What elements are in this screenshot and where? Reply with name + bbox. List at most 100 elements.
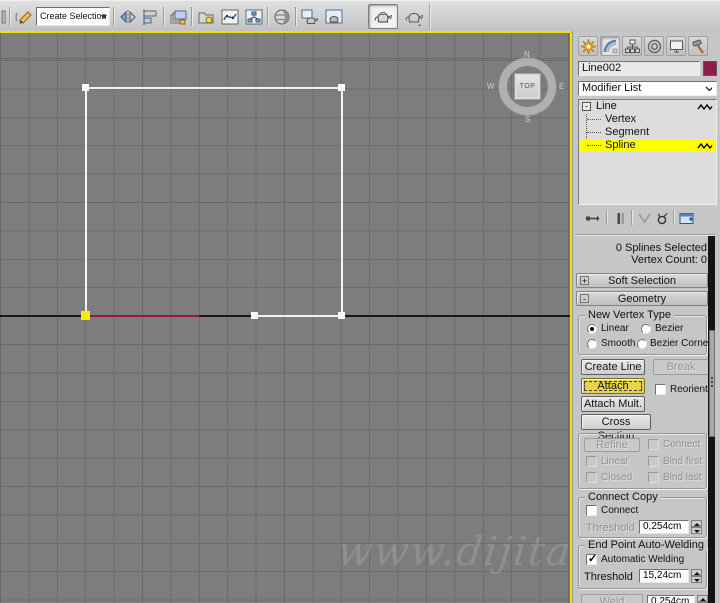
tab-create[interactable] <box>578 36 598 56</box>
layer-manager-button[interactable] <box>167 6 188 27</box>
spline-edge-top <box>85 87 343 89</box>
rollout-expand-icon[interactable]: + <box>580 276 589 286</box>
render-setup-button[interactable] <box>299 6 320 27</box>
viewport-top[interactable]: TOP N S W E www.dijitalde <box>0 31 572 603</box>
linear-checkbox[interactable] <box>586 456 597 467</box>
scrollbar-thumb[interactable] <box>708 330 715 437</box>
spinner-up-icon[interactable] <box>697 595 708 602</box>
selection-info-line2: Vertex Count: 0 <box>631 254 707 266</box>
radio-bezier-corner[interactable] <box>637 339 647 349</box>
vertex-handle[interactable] <box>338 312 345 319</box>
vertex-handle[interactable] <box>82 84 89 91</box>
utilities-hammer-icon <box>691 39 704 54</box>
scene-container-button[interactable] <box>195 6 216 27</box>
pin-stack-button[interactable] <box>583 209 601 227</box>
tab-motion[interactable] <box>644 36 664 56</box>
compass-north-label: N <box>524 50 530 59</box>
automatic-welding-checkbox[interactable]: ✓ <box>586 553 597 565</box>
bind-last-checkbox[interactable] <box>648 472 659 483</box>
object-color-swatch[interactable] <box>703 61 717 76</box>
radio-smooth[interactable] <box>587 339 597 349</box>
tab-utilities[interactable] <box>688 36 708 56</box>
mirror-button[interactable] <box>117 6 138 27</box>
rollout-collapse-icon[interactable]: - <box>580 294 589 304</box>
first-vertex-handle[interactable] <box>81 311 90 320</box>
panel-divider <box>575 234 715 236</box>
compass-west-label: W <box>487 82 495 91</box>
spinner-up-icon[interactable] <box>691 520 702 527</box>
weld-threshold-label: Threshold <box>584 571 633 583</box>
toolbar-end-ridge <box>429 4 431 29</box>
stack-toolbar-separator <box>673 210 674 225</box>
curve-editor-button[interactable] <box>219 6 240 27</box>
render-production-button[interactable] <box>368 4 398 29</box>
rollout-soft-selection[interactable]: + Soft Selection <box>576 273 708 288</box>
weld-button[interactable]: Weld <box>581 594 643 603</box>
pencil-icon <box>14 10 32 24</box>
spinner-up-icon[interactable] <box>691 569 702 576</box>
show-end-result-icon <box>617 212 624 224</box>
create-line-button[interactable]: Create Line <box>581 359 645 375</box>
make-unique-icon <box>637 212 651 224</box>
modifier-stack: - Line Vertex Segment Spline <box>578 99 717 205</box>
vertex-handle[interactable] <box>338 84 345 91</box>
radio-label-smooth: Smooth <box>601 338 636 349</box>
connect-copy-checkbox[interactable] <box>586 505 597 516</box>
stack-row-segment[interactable]: Segment <box>579 126 716 139</box>
viewcube[interactable]: TOP N S W E <box>487 50 564 124</box>
hierarchy-icon <box>624 39 640 53</box>
combo-dropdown-arrow-icon[interactable] <box>101 15 107 19</box>
weld-spinner[interactable] <box>697 595 708 603</box>
stack-row-line[interactable]: - Line <box>579 100 716 113</box>
rollout-geometry[interactable]: - Geometry <box>576 291 708 306</box>
modifier-list-label: Modifier List <box>582 82 642 94</box>
remove-modifier-button[interactable] <box>653 209 671 227</box>
render-iterative-button[interactable] <box>402 6 426 27</box>
viewcube-top-face[interactable]: TOP <box>514 73 541 100</box>
dropdown-chevron-icon <box>705 86 712 91</box>
object-name-field[interactable]: Line002 <box>578 61 700 76</box>
spinner-down-icon[interactable] <box>691 576 702 583</box>
align-button[interactable] <box>139 6 160 27</box>
curve-graph-icon <box>221 9 238 24</box>
schematic-view-button[interactable] <box>243 6 264 27</box>
connect-copy-threshold-field[interactable]: 0,254cm <box>639 520 689 534</box>
stack-row-vertex[interactable]: Vertex <box>579 113 716 126</box>
connect-copy-threshold-spinner[interactable] <box>691 520 702 534</box>
teapot-icon <box>374 11 392 22</box>
refine-button[interactable]: Refine <box>584 438 640 452</box>
closed-checkbox[interactable] <box>586 472 597 483</box>
tab-hierarchy[interactable] <box>622 36 642 56</box>
selection-info-line1: 0 Splines Selected <box>615 242 707 254</box>
configure-modifier-sets-button[interactable] <box>678 209 696 227</box>
vertex-handle[interactable] <box>251 312 258 319</box>
folder-lightbulb-icon <box>198 12 213 23</box>
bind-first-checkbox[interactable] <box>648 456 659 467</box>
tab-display[interactable] <box>666 36 686 56</box>
stack-row-spline-selected[interactable]: Spline <box>579 139 716 152</box>
weld-value-field[interactable]: 0,254cm <box>647 595 695 603</box>
radio-linear[interactable] <box>587 324 597 334</box>
rendered-frame-window-button[interactable] <box>323 6 344 27</box>
connect-label: Connect <box>663 439 701 450</box>
spinner-down-icon[interactable] <box>691 527 702 534</box>
attach-mult-button[interactable]: Attach Mult. <box>581 396 645 412</box>
panel-scrollbar[interactable] <box>708 236 715 603</box>
group-title: Connect Copy <box>585 491 661 503</box>
edit-named-selection-sets-button[interactable] <box>13 6 34 27</box>
weld-threshold-field[interactable]: 15,24cm <box>639 569 689 583</box>
make-unique-button[interactable] <box>635 209 653 227</box>
cross-section-button[interactable]: Cross Section <box>581 414 651 442</box>
tab-modify[interactable] <box>600 36 620 56</box>
break-button[interactable]: Break <box>653 359 709 375</box>
attach-button[interactable]: Attach <box>581 378 645 394</box>
radio-bezier[interactable] <box>641 324 651 334</box>
show-end-result-button[interactable] <box>611 209 629 227</box>
material-editor-button[interactable] <box>271 6 292 27</box>
reorient-checkbox[interactable] <box>655 384 666 395</box>
expand-collapse-icon[interactable]: - <box>582 102 591 111</box>
modifier-list-dropdown[interactable]: Modifier List <box>578 81 717 96</box>
connect-checkbox[interactable] <box>648 439 659 450</box>
weld-threshold-spinner[interactable] <box>691 569 702 583</box>
named-selection-set-combo[interactable]: Create Selection Se <box>36 7 110 26</box>
